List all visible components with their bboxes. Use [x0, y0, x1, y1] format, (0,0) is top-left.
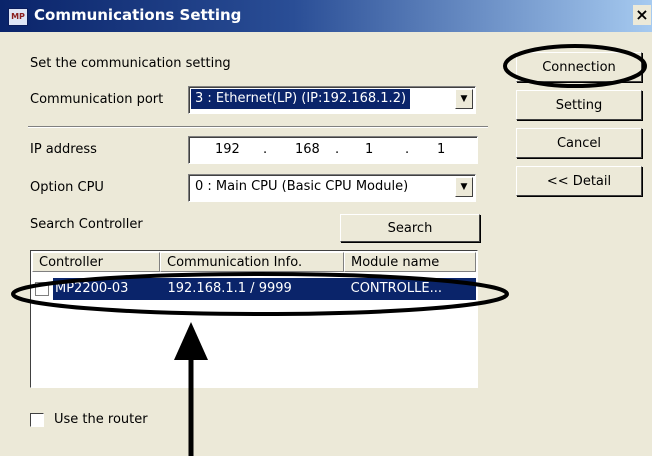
table-row[interactable]: MP2200-03 192.168.1.1 / 9999 CONTROLLE..… — [32, 278, 477, 300]
cell-controller: MP2200-03 — [53, 278, 162, 300]
heading-label: Set the communication setting — [30, 56, 231, 71]
setting-button[interactable]: Setting — [516, 90, 642, 120]
connection-button[interactable]: Connection — [516, 52, 642, 82]
ip-dot: . — [335, 142, 340, 157]
chevron-down-icon[interactable]: ▼ — [455, 177, 473, 197]
cell-communication-info: 192.168.1.1 / 9999 — [161, 278, 345, 300]
list-header: Controller Communication Info. Module na… — [32, 252, 476, 272]
ip-label: IP address — [30, 142, 97, 157]
port-label: Communication port — [30, 92, 164, 107]
column-header-controller[interactable]: Controller — [32, 252, 160, 272]
column-header-communication-info[interactable]: Communication Info. — [160, 252, 344, 272]
app-icon: MP — [8, 8, 28, 26]
column-header-module-name[interactable]: Module name — [344, 252, 476, 272]
chevron-down-icon[interactable]: ▼ — [455, 89, 473, 109]
search-controller-label: Search Controller — [30, 217, 143, 232]
cpu-value: 0 : Main CPU (Basic CPU Module) — [195, 179, 409, 194]
ip-octet-4: 1 — [437, 142, 446, 157]
detail-button[interactable]: << Detail — [516, 166, 642, 196]
port-value: 3 : Ethernet(LP) (IP:192.168.1.2) — [191, 89, 411, 109]
search-button[interactable]: Search — [340, 214, 480, 242]
cell-module-name: CONTROLLE... — [344, 278, 477, 300]
separator — [28, 126, 488, 128]
use-router-label: Use the router — [54, 412, 148, 427]
ip-address-field[interactable]: 192 . 168 . 1 . 1 — [188, 136, 478, 164]
cpu-label: Option CPU — [30, 180, 104, 195]
row-checkbox[interactable] — [35, 282, 49, 296]
ip-dot: . — [263, 142, 268, 157]
controller-list[interactable]: Controller Communication Info. Module na… — [30, 250, 478, 388]
cancel-button[interactable]: Cancel — [516, 128, 642, 158]
port-select[interactable]: 3 : Ethernet(LP) (IP:192.168.1.2) ▼ — [188, 86, 476, 114]
ip-octet-1: 192 — [215, 142, 240, 157]
ip-octet-2: 168 — [295, 142, 320, 157]
use-router-checkbox[interactable] — [30, 413, 44, 427]
close-icon[interactable]: × — [633, 5, 651, 25]
title-bar: MP Communications Setting × — [0, 0, 652, 32]
window-title: Communications Setting — [34, 6, 242, 24]
ip-octet-3: 1 — [365, 142, 374, 157]
cpu-select[interactable]: 0 : Main CPU (Basic CPU Module) ▼ — [188, 174, 476, 202]
ip-dot: . — [405, 142, 410, 157]
